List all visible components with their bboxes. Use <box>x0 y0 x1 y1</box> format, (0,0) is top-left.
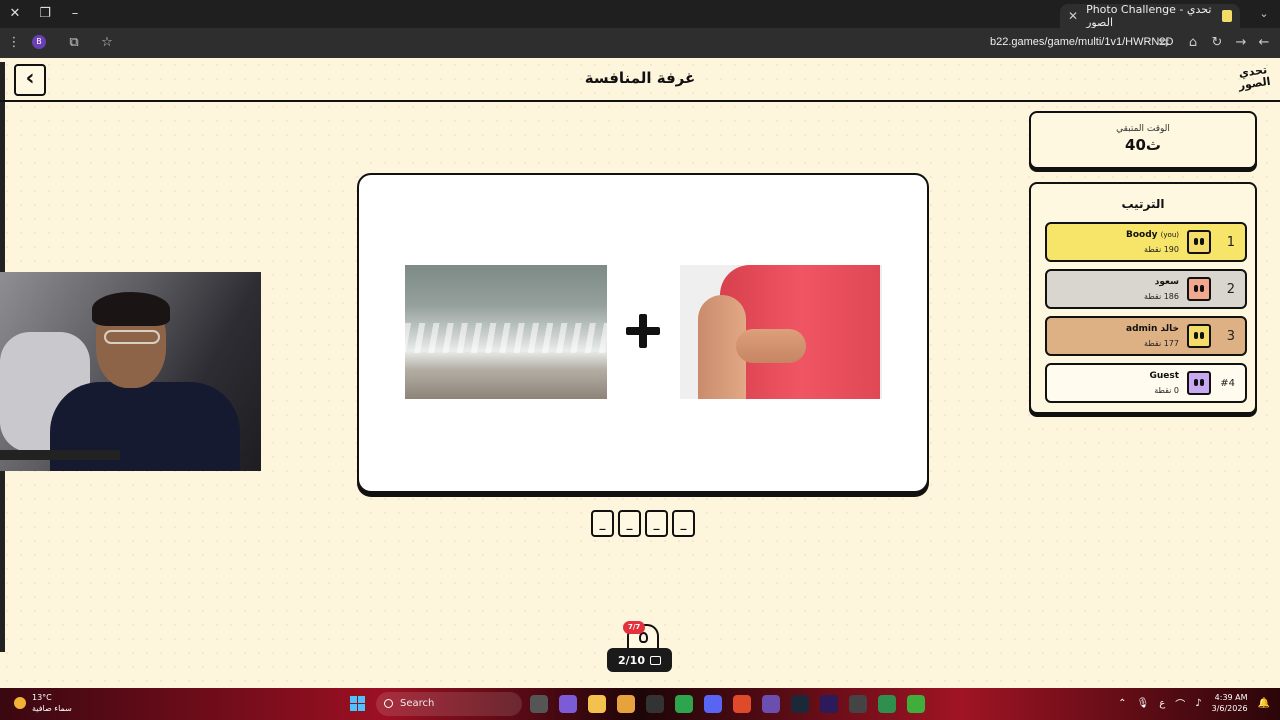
store-icon[interactable] <box>617 695 635 713</box>
tab-search-icon[interactable]: ⌄ <box>1254 4 1274 24</box>
reload-icon[interactable]: ↻ <box>1207 33 1227 53</box>
bookmark-star-icon[interactable]: ☆ <box>97 33 117 53</box>
taskbar-search-label: Search <box>400 698 435 709</box>
player-position: 2 <box>1226 282 1235 297</box>
site-settings-icon[interactable]: ⇆ <box>1154 33 1174 53</box>
player-position: 3 <box>1226 329 1235 344</box>
player-name: خالد admin <box>1126 324 1179 334</box>
file-explorer-icon[interactable] <box>588 695 606 713</box>
timer-value: 40ث <box>1125 136 1161 154</box>
window-restore-icon[interactable]: ❐ <box>34 4 56 24</box>
tab-title: Photo Challenge - تحدي الصور <box>1086 3 1212 29</box>
ranking-title: الترتيب <box>1121 197 1165 211</box>
answer-slot[interactable]: _ <box>672 510 695 537</box>
task-view-icon[interactable] <box>530 695 548 713</box>
player-points: 186 نقطة <box>1144 292 1179 301</box>
player-name: سعود <box>1154 277 1179 287</box>
menu-icon[interactable]: ⋮ <box>4 33 24 53</box>
game-page: ‹ غرفة المنافسة تحدي الصور الوقت المتبقي… <box>0 58 1280 688</box>
player-points: 190 نقطة <box>1144 245 1179 254</box>
answer-slot[interactable]: _ <box>591 510 614 537</box>
temperature: 13°C <box>32 693 52 702</box>
itchy-arm-photo <box>680 265 882 399</box>
tab-close-icon[interactable]: ✕ <box>1068 9 1078 23</box>
date: 3/6/2026 <box>1211 704 1248 713</box>
page-header: ‹ غرفة المنافسة تحدي الصور <box>0 58 1280 102</box>
notification-bell-icon[interactable]: 🔔 <box>1258 698 1270 709</box>
image-icon <box>649 655 661 665</box>
browser-tab-bar: ✕ ❐ – + Photo Challenge - تحدي الصور ✕ ⌄ <box>0 0 1280 29</box>
player-position: #4 <box>1220 378 1235 389</box>
discord-icon[interactable] <box>704 695 722 713</box>
hint-count-badge: 7/7 <box>623 621 646 634</box>
webcam-overlay <box>0 272 261 471</box>
player-avatar <box>1187 277 1211 301</box>
player-points: 0 نقطة <box>1154 386 1179 395</box>
start-button-icon[interactable] <box>350 696 365 711</box>
answer-slot[interactable]: _ <box>645 510 668 537</box>
network-icon[interactable]: ⌒ <box>1175 696 1185 711</box>
brave-icon[interactable] <box>733 695 751 713</box>
player-position: 1 <box>1226 235 1235 250</box>
player-avatar <box>1187 230 1211 254</box>
puzzle-card <box>357 173 929 493</box>
language-indicator[interactable]: ع <box>1159 698 1165 709</box>
player-row: 1 Boody (you) 190 نقطة <box>1045 222 1247 262</box>
window-minimize-icon[interactable]: – <box>64 4 86 24</box>
minecraft-icon[interactable] <box>907 695 925 713</box>
timer-label: الوقت المتبقي <box>1116 124 1170 134</box>
chrome-icon[interactable] <box>878 695 896 713</box>
home-icon[interactable]: ⌂ <box>1183 33 1203 53</box>
tab-favicon-icon <box>1222 10 1232 22</box>
round-progress: 2/10 <box>607 648 672 672</box>
player-avatar <box>1187 324 1211 348</box>
you-tag: (you) <box>1160 231 1179 239</box>
answer-slots: _ _ _ _ <box>591 510 695 537</box>
steam-icon[interactable] <box>791 695 809 713</box>
game-logo[interactable]: تحدي الصور <box>1234 63 1274 97</box>
browser-toolbar: ⋮ B ⧉ ☆ b22.games/game/multi/1v1/HWRN2D … <box>0 28 1280 58</box>
player-avatar <box>1187 371 1211 395</box>
player-name: Guest <box>1149 371 1179 381</box>
weather-widget[interactable]: 13°C سماء صافية <box>14 692 72 714</box>
obs-icon[interactable] <box>849 695 867 713</box>
window-close-icon[interactable]: ✕ <box>4 4 26 24</box>
back-icon[interactable]: ← <box>1254 33 1274 53</box>
timer-panel: الوقت المتبقي 40ث <box>1029 111 1257 169</box>
profile-avatar[interactable]: B <box>32 35 46 49</box>
player-points: 177 نقطة <box>1144 339 1179 348</box>
ranking-panel: الترتيب 1 Boody (you) 190 نقطة 2 سعود 18… <box>1029 182 1257 414</box>
premiere-icon[interactable] <box>820 695 838 713</box>
forward-icon[interactable]: → <box>1231 33 1251 53</box>
sun-icon <box>14 697 26 709</box>
time: 4:39 AM <box>1214 693 1248 702</box>
app-icon[interactable] <box>762 695 780 713</box>
weather-label: سماء صافية <box>32 704 72 713</box>
epic-games-icon[interactable] <box>646 695 664 713</box>
taskbar-apps <box>530 695 925 713</box>
player-row: 2 سعود 186 نقطة <box>1045 269 1247 309</box>
microphone-icon[interactable]: 🎙 <box>1137 698 1150 709</box>
teams-icon[interactable] <box>559 695 577 713</box>
browser-tab[interactable]: Photo Challenge - تحدي الصور ✕ <box>1060 3 1240 29</box>
player-row: 3 خالد admin 177 نقطة <box>1045 316 1247 356</box>
chevron-up-icon[interactable]: ⌃ <box>1118 698 1126 709</box>
sea-waves-photo <box>405 265 607 399</box>
windows-taskbar: 13°C سماء صافية Search ⌃ 🎙 ع ⌒ ♪ 4:39 AM … <box>0 688 1280 720</box>
taskbar-search[interactable]: Search <box>376 692 522 716</box>
taskbar-clock[interactable]: 4:39 AM 3/6/2026 <box>1212 692 1248 714</box>
player-name: Boody (you) <box>1125 230 1179 240</box>
player-row: #4 Guest 0 نقطة <box>1045 363 1247 403</box>
extensions-icon[interactable]: ⧉ <box>64 33 84 53</box>
answer-slot[interactable]: _ <box>618 510 641 537</box>
system-tray: ⌃ 🎙 ع ⌒ ♪ 4:39 AM 3/6/2026 🔔 <box>1118 692 1270 714</box>
search-icon <box>384 699 393 708</box>
plus-icon <box>623 311 663 351</box>
round-progress-label: 2/10 <box>618 653 645 667</box>
xbox-icon[interactable] <box>675 695 693 713</box>
page-title: غرفة المنافسة <box>584 69 696 87</box>
address-bar[interactable]: b22.games/game/multi/1v1/HWRN2D <box>990 36 1173 48</box>
volume-icon[interactable]: ♪ <box>1195 698 1201 709</box>
